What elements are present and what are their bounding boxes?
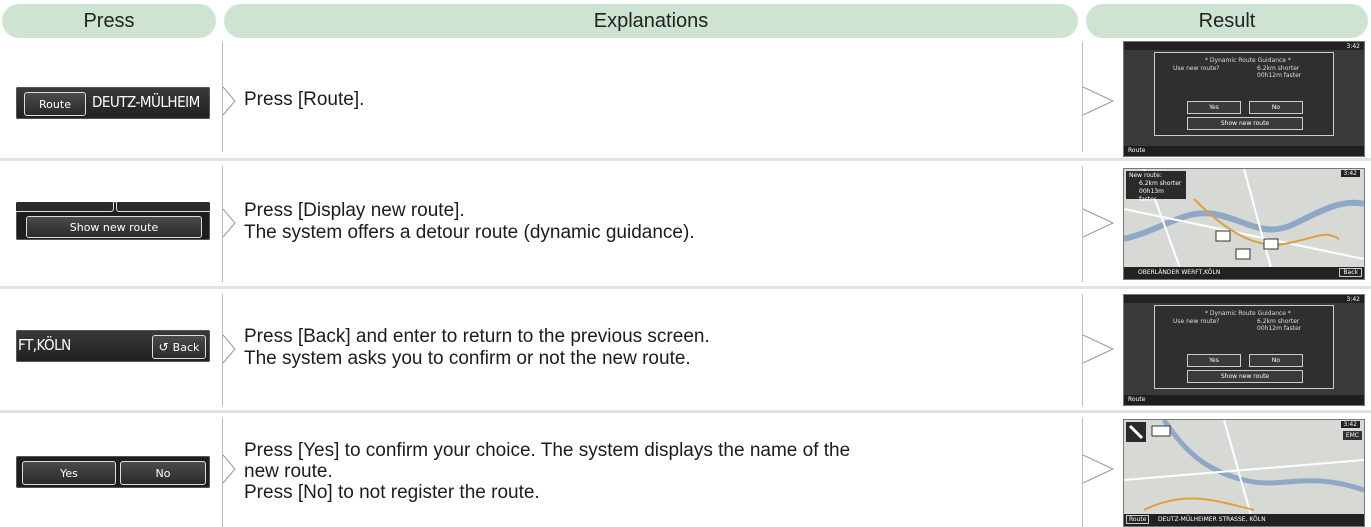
press-image-show-new-route: Show new route <box>16 202 210 240</box>
explanation-line: Press [Display new route]. <box>244 200 465 221</box>
explanation-text: Press [Display new route]. The system of… <box>244 200 1074 244</box>
header-press-label: Press <box>83 9 135 32</box>
new-route-box: New route: 6.2km shorter 00h13m faster <box>1126 171 1186 203</box>
dialog-title: * Dynamic Route Guidance * <box>1205 57 1291 64</box>
dialog-question: Use new route? <box>1173 318 1220 325</box>
clock-text: 3:42 <box>1346 43 1360 50</box>
dialog-question: Use new route? <box>1173 65 1220 72</box>
clock-text: 3:42 <box>1346 296 1360 303</box>
route-bar-label: Route <box>1128 396 1146 403</box>
show-new-route-button: Show new route <box>1187 117 1303 130</box>
back-button-thumb: ↺ Back <box>152 335 206 359</box>
dialog-distance: 6.2km shorter <box>1257 318 1300 325</box>
dialog-distance: 6.2km shorter <box>1257 65 1300 72</box>
new-route-title: New route: <box>1129 172 1162 179</box>
route-button-thumb: Route <box>24 92 86 116</box>
press-image-yes-no: Yes No <box>16 456 210 488</box>
table-row: Yes No Press [Yes] to confirm your choic… <box>0 414 1371 527</box>
no-button: No <box>1249 354 1303 367</box>
chevron-right-icon <box>1082 454 1115 484</box>
show-new-route-button: Show new route <box>1187 370 1303 383</box>
yes-button: Yes <box>1187 354 1241 367</box>
street-label: DEUTZ-MÜLHEIMER STRASSE, KÖLN <box>1158 516 1266 523</box>
explanation-line: The system asks you to confirm or not th… <box>244 348 691 369</box>
explanation-line: Press [No] to not register the route. <box>244 482 540 503</box>
explanation-line: Press [Route]. <box>244 89 365 110</box>
no-button: No <box>1249 101 1303 114</box>
table-row: Show new route Press [Display new route]… <box>0 162 1371 284</box>
tag-label: EMC <box>1342 431 1362 440</box>
route-street-text: DEUTZ-MÜLHEIM <box>92 93 200 111</box>
chevron-right-icon <box>222 208 236 238</box>
header-result: Result <box>1086 4 1368 38</box>
chevron-right-icon <box>1082 86 1115 116</box>
header-press: Press <box>2 4 216 38</box>
explanation-text: Press [Back] and enter to return to the … <box>244 326 1074 370</box>
yes-button-thumb: Yes <box>22 461 116 485</box>
street-label: OBERLÄNDER WERFT,KÖLN <box>1138 269 1221 276</box>
header-result-label: Result <box>1198 9 1256 32</box>
header-explanations-label: Explanations <box>593 9 709 32</box>
dialog-time: 00h12m faster <box>1257 72 1302 79</box>
chevron-right-icon <box>1082 334 1115 364</box>
back-street-text: FT,KÖLN <box>18 336 71 354</box>
clock-text: 3:42 <box>1340 421 1360 428</box>
explanation-line: Press [Back] and enter to return to the … <box>244 326 710 347</box>
row-divider <box>0 158 1371 161</box>
result-screenshot: 3:42 EMC Route DEUTZ-MÜLHEIMER STRASSE, … <box>1123 419 1365 527</box>
explanation-line: Press [Yes] to confirm your choice. The … <box>244 440 851 461</box>
new-route-distance: 6.2km shorter <box>1139 180 1182 187</box>
back-button: Back <box>1339 268 1362 277</box>
result-screenshot: 3:42 New route: 6.2km shorter 00h13m fas… <box>1123 168 1365 280</box>
explanation-text: Press [Yes] to confirm your choice. The … <box>244 440 1074 503</box>
table-row: Route DEUTZ-MÜLHEIM Press [Route]. 3:42 … <box>0 41 1371 157</box>
press-image-back: FT,KÖLN ↺ Back <box>16 330 210 362</box>
clock-text: 3:42 <box>1340 170 1360 177</box>
new-route-time: 00h13m faster <box>1139 188 1164 203</box>
dialog-title: * Dynamic Route Guidance * <box>1205 310 1291 317</box>
route-button: Route <box>1126 515 1150 524</box>
dialog-time: 00h12m faster <box>1257 325 1302 332</box>
row-divider <box>0 410 1371 413</box>
row-divider <box>0 286 1371 289</box>
press-image-route: Route DEUTZ-MÜLHEIM <box>16 87 210 119</box>
show-new-route-button-thumb: Show new route <box>26 216 202 238</box>
explanation-text: Press [Route]. <box>244 89 1074 111</box>
route-bar-label: Route <box>1128 147 1146 154</box>
dynamic-guidance-dialog: * Dynamic Route Guidance * Use new route… <box>1154 52 1334 136</box>
return-arrow-icon: ↺ <box>158 340 169 354</box>
explanation-line: new route. <box>244 461 333 482</box>
chevron-right-icon <box>222 86 236 116</box>
header-explanations: Explanations <box>224 4 1078 38</box>
no-button-thumb: No <box>120 461 206 485</box>
table-row: FT,KÖLN ↺ Back Press [Back] and enter to… <box>0 290 1371 408</box>
result-screenshot: 3:42 * Dynamic Route Guidance * Use new … <box>1123 294 1365 406</box>
chevron-right-icon <box>1082 208 1115 238</box>
chevron-right-icon <box>222 454 236 484</box>
yes-button: Yes <box>1187 101 1241 114</box>
map-graphic <box>1124 420 1364 526</box>
dynamic-guidance-dialog: * Dynamic Route Guidance * Use new route… <box>1154 305 1334 389</box>
chevron-right-icon <box>222 334 236 364</box>
result-screenshot: 3:42 * Dynamic Route Guidance * Use new … <box>1123 41 1365 157</box>
explanation-line: The system offers a detour route (dynami… <box>244 222 695 243</box>
